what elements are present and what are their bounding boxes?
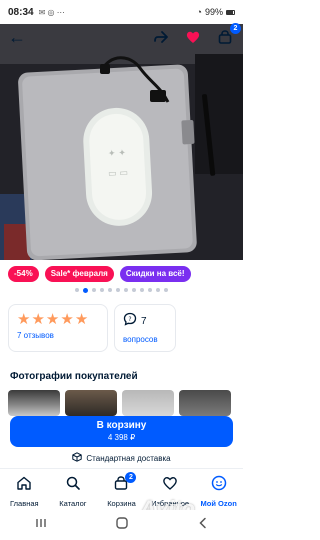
add-to-cart-button[interactable]: В корзину 4 398 ₽	[10, 416, 233, 447]
star-icon: ★	[74, 311, 89, 328]
nav-home-label: Главная	[10, 499, 39, 508]
home-icon	[16, 475, 32, 496]
nav-catalog[interactable]: Каталог	[50, 475, 96, 510]
reviews-count: 7 отзывов	[17, 331, 54, 340]
system-navigation	[0, 510, 243, 540]
info-cards: ★ ★ ★ ★ ★ 7 отзывов ? 7 вопросов	[8, 304, 176, 352]
share-icon[interactable]	[151, 27, 171, 47]
top-actions: 2	[151, 23, 241, 47]
svg-text:▭ ▭: ▭ ▭	[108, 168, 128, 179]
recent-apps-icon[interactable]	[34, 516, 48, 535]
gallery-dot[interactable]	[140, 288, 144, 292]
back-arrow-icon[interactable]: ←	[8, 28, 26, 46]
battery-text: 99%	[204, 7, 223, 17]
gallery-dot[interactable]	[156, 288, 160, 292]
gallery-dot[interactable]	[100, 288, 104, 292]
question-bubble-icon: ?	[123, 312, 137, 332]
cart-icon[interactable]: 2	[215, 23, 241, 47]
nav-home[interactable]: Главная	[1, 475, 47, 510]
gallery-dot[interactable]	[116, 288, 120, 292]
customer-photo[interactable]	[122, 390, 174, 416]
nav-profile-label: Мой Ozon	[200, 499, 237, 508]
product-image: ✦ ✦ ▭ ▭	[0, 24, 243, 260]
svg-text:✦ ✦: ✦ ✦	[108, 148, 127, 159]
customer-photos-strip	[8, 390, 231, 416]
status-bar: 08:34 ✉ ◎ ⋯ ◔ 99%	[0, 0, 243, 24]
gallery-pagination	[0, 287, 243, 293]
status-right: ◔ 99%	[197, 7, 235, 17]
gallery-dot[interactable]	[108, 288, 112, 292]
promo-tags: -54% Sale* февраля Скидки на всё!	[8, 266, 191, 282]
favorite-heart-icon[interactable]	[183, 27, 203, 47]
add-to-cart-label: В корзину	[96, 420, 147, 431]
product-price: 4 398 ₽	[107, 433, 136, 442]
rating-stars: ★ ★ ★ ★ ★	[17, 312, 99, 328]
star-icon: ★	[60, 311, 74, 328]
nav-cart-label: Корзина	[107, 499, 136, 508]
questions-count: 7	[141, 316, 147, 327]
svg-text:?: ?	[128, 316, 131, 323]
rating-card[interactable]: ★ ★ ★ ★ ★ 7 отзывов	[8, 304, 108, 352]
nav-cart[interactable]: 2 Корзина	[98, 472, 144, 510]
nav-catalog-label: Каталог	[59, 499, 87, 508]
gallery-dot[interactable]	[148, 288, 152, 292]
bottom-navigation: Главная Каталог 2 Корзина Избранное Мой …	[0, 468, 243, 510]
customer-photo[interactable]	[8, 390, 60, 416]
nav-cart-badge: 2	[125, 472, 137, 483]
product-photo[interactable]: ✦ ✦ ▭ ▭	[0, 24, 243, 260]
nav-profile[interactable]: Мой Ozon	[196, 475, 242, 510]
status-time: 08:34	[8, 6, 34, 18]
heart-icon	[162, 475, 178, 496]
questions-card[interactable]: ? 7 вопросов	[114, 304, 176, 352]
gallery-dot[interactable]	[92, 288, 96, 292]
star-icon: ★	[45, 311, 60, 328]
delivery-label: Стандартная доставка	[86, 453, 171, 463]
wifi-icon: ◔	[196, 7, 202, 17]
top-navigation: ← 2	[0, 23, 243, 50]
cart-count-badge: 2	[230, 23, 241, 34]
back-button-icon[interactable]	[196, 516, 210, 535]
promo-badge[interactable]: Скидки на всё!	[119, 266, 191, 282]
discount-badge: -54%	[8, 266, 39, 282]
customer-photos-title: Фотографии покупателей	[10, 371, 138, 382]
home-button-icon[interactable]	[115, 516, 129, 535]
gallery-dot[interactable]	[124, 288, 128, 292]
box-icon	[72, 452, 83, 464]
delivery-info[interactable]: Стандартная доставка	[0, 452, 243, 464]
search-icon	[65, 475, 81, 496]
gallery-dot-active[interactable]	[83, 287, 88, 293]
sale-badge[interactable]: Sale* февраля	[44, 266, 114, 282]
battery-icon	[226, 9, 235, 15]
gallery-dot[interactable]	[132, 288, 136, 292]
customer-photo[interactable]	[179, 390, 231, 416]
profile-icon	[211, 475, 227, 496]
questions-label: вопросов	[123, 335, 158, 344]
notification-icons: ✉ ◎ ⋯	[38, 7, 65, 17]
star-icon: ★	[17, 311, 31, 328]
customer-photo[interactable]	[65, 390, 117, 416]
star-icon: ★	[31, 311, 45, 328]
gallery-dot[interactable]	[75, 288, 79, 292]
gallery-dot[interactable]	[164, 288, 168, 292]
